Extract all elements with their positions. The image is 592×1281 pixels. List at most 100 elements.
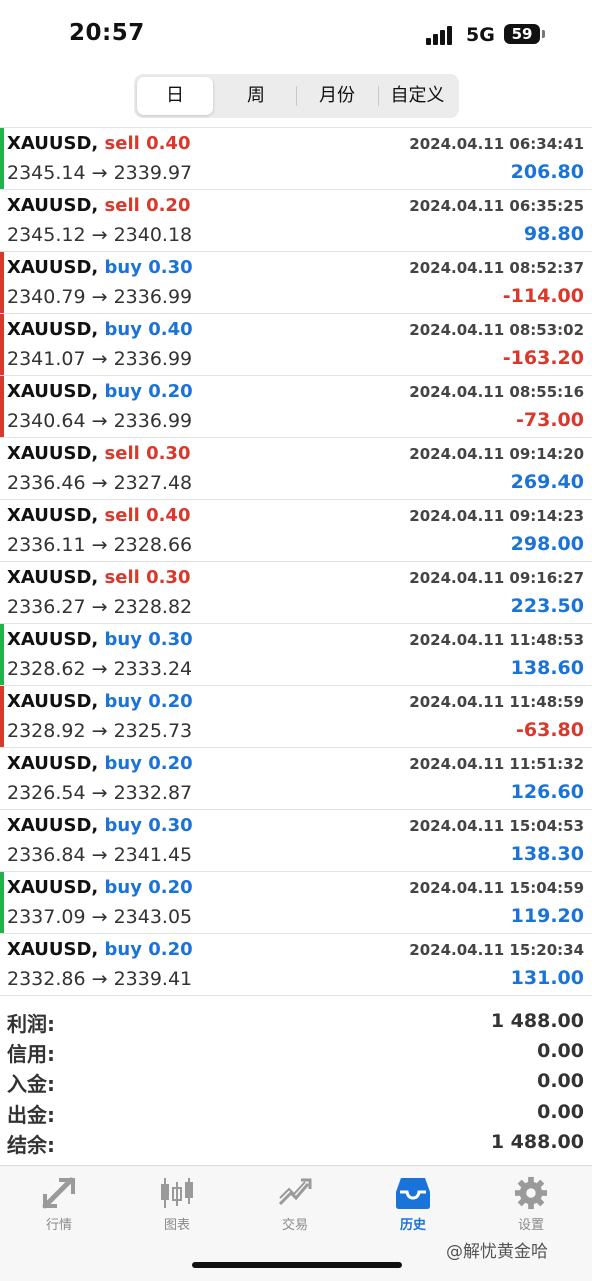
trade-row[interactable]: XAUUSD, sell 0.40 2336.11 → 2328.66 2024… <box>0 500 592 562</box>
summary-value: 1 488.00 <box>490 1130 584 1153</box>
gear-icon <box>514 1176 548 1210</box>
trade-profit: 223.50 <box>510 595 584 617</box>
trade-time: 2024.04.11 15:04:59 <box>409 879 584 897</box>
trade-prices: 2328.62 → 2333.24 <box>7 658 193 680</box>
summary-balance-row: 结余: 1 488.00 <box>0 1129 592 1159</box>
trade-prices: 2336.27 → 2328.82 <box>7 596 193 618</box>
trade-row[interactable]: XAUUSD, buy 0.30 2328.62 → 2333.24 2024.… <box>0 624 592 686</box>
trade-symbol: XAUUSD, <box>7 877 99 898</box>
trade-symbol: XAUUSD, <box>7 567 99 588</box>
trade-row[interactable]: XAUUSD, sell 0.30 2336.46 → 2327.48 2024… <box>0 438 592 500</box>
tab-label: 行情 <box>45 1218 72 1233</box>
trade-direction: sell <box>104 133 140 154</box>
trade-prices: 2341.07 → 2336.99 <box>7 348 193 370</box>
trade-row[interactable]: XAUUSD, buy 0.20 2337.09 → 2343.05 2024.… <box>0 872 592 934</box>
trade-row[interactable]: XAUUSD, sell 0.30 2336.27 → 2328.82 2024… <box>0 562 592 624</box>
trade-profit: 206.80 <box>510 161 584 183</box>
trade-symbol: XAUUSD, <box>7 381 99 402</box>
tab-label: 历史 <box>399 1218 426 1233</box>
status-bar: 20:57 5G 59 <box>0 0 592 70</box>
trade-volume: 0.20 <box>148 753 193 774</box>
trade-volume: 0.30 <box>148 257 193 278</box>
trade-direction: buy <box>104 939 142 960</box>
trade-volume: 0.40 <box>146 505 191 526</box>
trade-title: XAUUSD, buy 0.20 <box>7 381 193 402</box>
trade-time: 2024.04.11 06:35:25 <box>409 197 584 215</box>
trade-title: XAUUSD, buy 0.20 <box>7 939 193 960</box>
trade-symbol: XAUUSD, <box>7 815 99 836</box>
trade-history-list: XAUUSD, sell 0.40 2345.14 → 2339.97 2024… <box>0 128 592 996</box>
trade-title: XAUUSD, buy 0.20 <box>7 753 193 774</box>
trade-profit: 138.30 <box>510 843 584 865</box>
tab-quotes[interactable]: 行情 <box>0 1166 118 1241</box>
watermark: @解忧黄金哈 <box>446 1242 548 1262</box>
trade-row[interactable]: XAUUSD, buy 0.20 2332.86 → 2339.41 2024.… <box>0 934 592 996</box>
trade-profit: 269.40 <box>510 471 584 493</box>
trade-title: XAUUSD, sell 0.40 <box>7 133 190 154</box>
trade-symbol: XAUUSD, <box>7 195 99 216</box>
trade-row[interactable]: XAUUSD, buy 0.20 2328.92 → 2325.73 2024.… <box>0 686 592 748</box>
trade-title: XAUUSD, sell 0.20 <box>7 195 190 216</box>
trade-volume: 0.30 <box>148 815 193 836</box>
summary-value: 0.00 <box>537 1040 584 1063</box>
trade-title: XAUUSD, buy 0.30 <box>7 629 193 650</box>
trade-title: XAUUSD, buy 0.30 <box>7 257 193 278</box>
trade-marker <box>0 562 4 623</box>
trade-row[interactable]: XAUUSD, buy 0.20 2340.64 → 2336.99 2024.… <box>0 376 592 438</box>
trade-time: 2024.04.11 09:14:20 <box>409 445 584 463</box>
tab-month[interactable]: 月份 <box>297 77 377 115</box>
trade-symbol: XAUUSD, <box>7 629 99 650</box>
summary-credit-row: 信用: 0.00 <box>0 1038 592 1068</box>
trade-symbol: XAUUSD, <box>7 505 99 526</box>
trade-row[interactable]: XAUUSD, sell 0.20 2345.12 → 2340.18 2024… <box>0 190 592 252</box>
tab-history[interactable]: 历史 <box>354 1166 472 1241</box>
quotes-icon <box>42 1177 75 1209</box>
trade-marker <box>0 686 4 747</box>
trade-marker <box>0 314 4 375</box>
trade-row[interactable]: XAUUSD, buy 0.30 2340.79 → 2336.99 2024.… <box>0 252 592 314</box>
trade-title: XAUUSD, buy 0.40 <box>7 319 193 340</box>
trade-volume: 0.30 <box>146 567 191 588</box>
trade-direction: buy <box>104 319 142 340</box>
trade-row[interactable]: XAUUSD, buy 0.30 2336.84 → 2341.45 2024.… <box>0 810 592 872</box>
trade-marker <box>0 934 4 995</box>
tab-day[interactable]: 日 <box>137 77 213 115</box>
trade-title: XAUUSD, buy 0.30 <box>7 815 193 836</box>
trade-prices: 2326.54 → 2332.87 <box>7 782 193 804</box>
period-segmented-control: 日 周 月份 自定义 <box>134 74 459 118</box>
trade-row[interactable]: XAUUSD, buy 0.40 2341.07 → 2336.99 2024.… <box>0 314 592 376</box>
trade-prices: 2340.64 → 2336.99 <box>7 410 193 432</box>
home-indicator[interactable] <box>192 1262 402 1268</box>
trade-volume: 0.20 <box>148 381 193 402</box>
trade-prices: 2345.12 → 2340.18 <box>7 224 193 246</box>
trade-profit: -73.00 <box>516 409 584 431</box>
trade-row[interactable]: XAUUSD, sell 0.40 2345.14 → 2339.97 2024… <box>0 128 592 190</box>
trade-symbol: XAUUSD, <box>7 133 99 154</box>
trade-marker <box>0 624 4 685</box>
tab-custom[interactable]: 自定义 <box>379 77 456 115</box>
summary-value: 0.00 <box>537 1070 584 1093</box>
history-inbox-icon <box>396 1178 430 1209</box>
tab-week[interactable]: 周 <box>217 77 295 115</box>
summary-label: 信用: <box>7 1042 55 1067</box>
trade-direction: buy <box>104 629 142 650</box>
tab-label: 设置 <box>517 1218 544 1233</box>
trade-volume: 0.30 <box>148 629 193 650</box>
account-summary: 利润: 1 488.00 信用: 0.00 入金: 0.00 出金: 0.00 … <box>0 1008 592 1159</box>
tab-trade[interactable]: 交易 <box>236 1166 354 1241</box>
trade-direction: buy <box>104 381 142 402</box>
trade-symbol: XAUUSD, <box>7 443 99 464</box>
trade-row[interactable]: XAUUSD, buy 0.20 2326.54 → 2332.87 2024.… <box>0 748 592 810</box>
trade-symbol: XAUUSD, <box>7 319 99 340</box>
trade-volume: 0.20 <box>146 195 191 216</box>
summary-label: 结余: <box>7 1132 55 1157</box>
trade-symbol: XAUUSD, <box>7 939 99 960</box>
tab-settings[interactable]: 设置 <box>472 1166 590 1241</box>
tab-chart[interactable]: 图表 <box>118 1166 236 1241</box>
trade-time: 2024.04.11 11:48:53 <box>409 631 584 649</box>
trade-marker <box>0 252 4 313</box>
trade-profit: 98.80 <box>523 223 584 245</box>
trade-marker <box>0 810 4 871</box>
trade-prices: 2336.11 → 2328.66 <box>7 534 193 556</box>
cellular-signal-icon <box>426 25 458 45</box>
